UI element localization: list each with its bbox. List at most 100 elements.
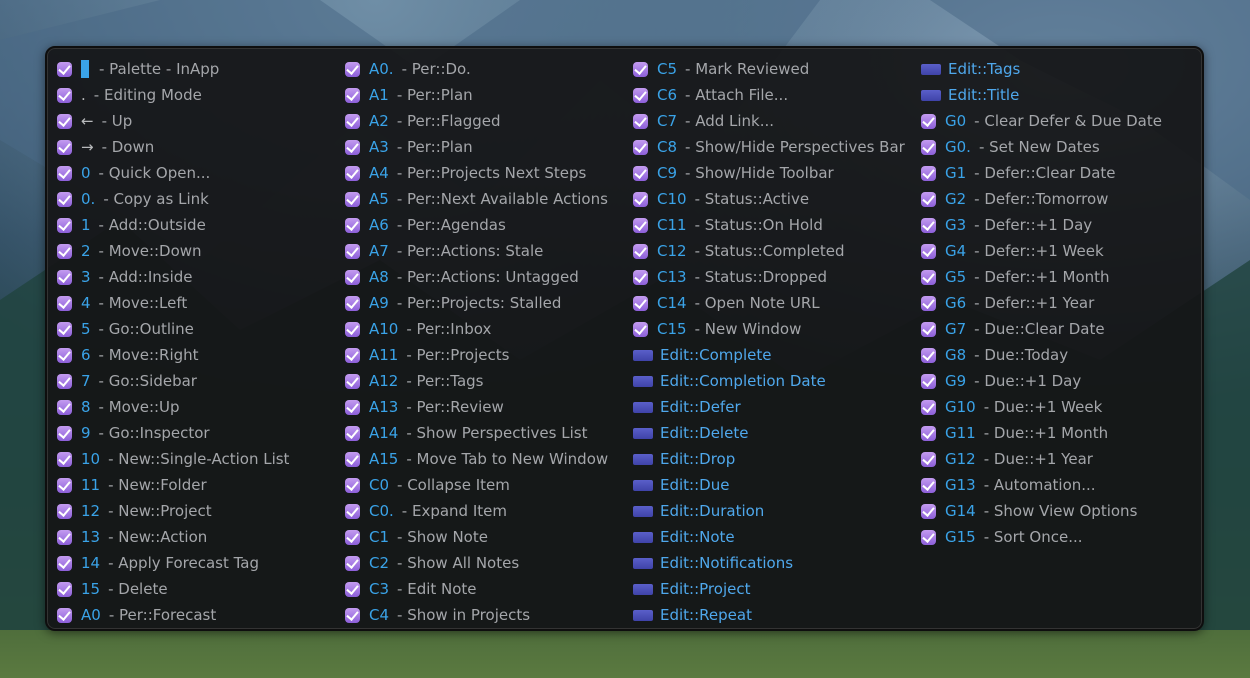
command-item[interactable]: G8 - Due::Today [921, 342, 1162, 368]
checkbox-checked-icon[interactable] [345, 347, 360, 363]
command-item[interactable]: C0. - Expand Item [345, 498, 608, 524]
checkbox-checked-icon[interactable] [921, 477, 936, 493]
command-item[interactable]: 12 - New::Project [57, 498, 289, 524]
command-item[interactable]: C7 - Add Link... [633, 108, 905, 134]
checkbox-checked-icon[interactable] [57, 503, 72, 519]
command-item[interactable]: A13 - Per::Review [345, 394, 608, 420]
command-item[interactable]: . - Editing Mode [57, 82, 289, 108]
command-item[interactable]: G5 - Defer::+1 Month [921, 264, 1162, 290]
command-item[interactable]: G13 - Automation... [921, 472, 1162, 498]
command-item[interactable]: 14 - Apply Forecast Tag [57, 550, 289, 576]
checkbox-checked-icon[interactable] [921, 503, 936, 519]
command-item[interactable]: A3 - Per::Plan [345, 134, 608, 160]
checkbox-checked-icon[interactable] [57, 295, 72, 311]
command-item[interactable]: A1 - Per::Plan [345, 82, 608, 108]
command-item[interactable]: → - Down [57, 134, 289, 160]
command-item[interactable]: Edit::Duration [633, 498, 905, 524]
command-item[interactable]: 4 - Move::Left [57, 290, 289, 316]
checkbox-checked-icon[interactable] [633, 165, 648, 181]
command-item[interactable]: C6 - Attach File... [633, 82, 905, 108]
checkbox-checked-icon[interactable] [57, 61, 72, 77]
command-item[interactable]: A11 - Per::Projects [345, 342, 608, 368]
command-item[interactable]: G14 - Show View Options [921, 498, 1162, 524]
command-item[interactable]: C14 - Open Note URL [633, 290, 905, 316]
checkbox-checked-icon[interactable] [345, 269, 360, 285]
checkbox-checked-icon[interactable] [345, 529, 360, 545]
command-item[interactable]: A12 - Per::Tags [345, 368, 608, 394]
checkbox-checked-icon[interactable] [345, 477, 360, 493]
checkbox-checked-icon[interactable] [921, 347, 936, 363]
checkbox-checked-icon[interactable] [345, 217, 360, 233]
checkbox-checked-icon[interactable] [57, 399, 72, 415]
command-item[interactable]: 0. - Copy as Link [57, 186, 289, 212]
checkbox-checked-icon[interactable] [57, 581, 72, 597]
checkbox-checked-icon[interactable] [633, 61, 648, 77]
checkbox-checked-icon[interactable] [57, 347, 72, 363]
checkbox-checked-icon[interactable] [921, 191, 936, 207]
checkbox-checked-icon[interactable] [345, 295, 360, 311]
checkbox-checked-icon[interactable] [345, 87, 360, 103]
checkbox-checked-icon[interactable] [345, 113, 360, 129]
command-item[interactable]: G4 - Defer::+1 Week [921, 238, 1162, 264]
command-item[interactable]: A9 - Per::Projects: Stalled [345, 290, 608, 316]
command-item[interactable]: A15 - Move Tab to New Window [345, 446, 608, 472]
command-item[interactable]: G10 - Due::+1 Week [921, 394, 1162, 420]
command-item[interactable]: 0 - Quick Open... [57, 160, 289, 186]
command-item[interactable]: C13 - Status::Dropped [633, 264, 905, 290]
checkbox-checked-icon[interactable] [57, 87, 72, 103]
checkbox-checked-icon[interactable] [921, 295, 936, 311]
command-item[interactable]: G12 - Due::+1 Year [921, 446, 1162, 472]
command-item[interactable]: Edit::Drop [633, 446, 905, 472]
command-item[interactable]: A14 - Show Perspectives List [345, 420, 608, 446]
command-item[interactable]: 11 - New::Folder [57, 472, 289, 498]
checkbox-checked-icon[interactable] [921, 113, 936, 129]
command-item[interactable]: Edit::Title [921, 82, 1162, 108]
command-item[interactable]: 10 - New::Single-Action List [57, 446, 289, 472]
checkbox-checked-icon[interactable] [633, 269, 648, 285]
command-item[interactable]: Edit::Due [633, 472, 905, 498]
checkbox-checked-icon[interactable] [921, 321, 936, 337]
checkbox-checked-icon[interactable] [57, 607, 72, 623]
checkbox-checked-icon[interactable] [345, 61, 360, 77]
checkbox-checked-icon[interactable] [345, 555, 360, 571]
command-item[interactable]: G0 - Clear Defer & Due Date [921, 108, 1162, 134]
command-item[interactable]: A5 - Per::Next Available Actions [345, 186, 608, 212]
command-item[interactable]: Edit::Note [633, 524, 905, 550]
command-item[interactable]: 6 - Move::Right [57, 342, 289, 368]
checkbox-checked-icon[interactable] [57, 217, 72, 233]
command-item[interactable]: G6 - Defer::+1 Year [921, 290, 1162, 316]
checkbox-checked-icon[interactable] [345, 399, 360, 415]
command-item[interactable]: C2 - Show All Notes [345, 550, 608, 576]
command-item[interactable]: C15 - New Window [633, 316, 905, 342]
command-item[interactable]: C0 - Collapse Item [345, 472, 608, 498]
checkbox-checked-icon[interactable] [921, 399, 936, 415]
checkbox-checked-icon[interactable] [57, 269, 72, 285]
command-item[interactable]: 1 - Add::Outside [57, 212, 289, 238]
command-item[interactable]: ← - Up [57, 108, 289, 134]
command-item[interactable]: G15 - Sort Once... [921, 524, 1162, 550]
command-item[interactable]: A2 - Per::Flagged [345, 108, 608, 134]
command-item[interactable]: Edit::Defer [633, 394, 905, 420]
checkbox-checked-icon[interactable] [633, 87, 648, 103]
checkbox-checked-icon[interactable] [345, 581, 360, 597]
command-item[interactable]: 8 - Move::Up [57, 394, 289, 420]
command-item[interactable]: A10 - Per::Inbox [345, 316, 608, 342]
checkbox-checked-icon[interactable] [57, 373, 72, 389]
checkbox-checked-icon[interactable] [345, 373, 360, 389]
checkbox-checked-icon[interactable] [633, 321, 648, 337]
checkbox-checked-icon[interactable] [57, 243, 72, 259]
command-item[interactable]: 5 - Go::Outline [57, 316, 289, 342]
checkbox-checked-icon[interactable] [633, 139, 648, 155]
command-item[interactable]: C4 - Show in Projects [345, 602, 608, 628]
command-item[interactable]: C8 - Show/Hide Perspectives Bar [633, 134, 905, 160]
command-item[interactable]: G9 - Due::+1 Day [921, 368, 1162, 394]
command-item[interactable]: Edit::Delete [633, 420, 905, 446]
checkbox-checked-icon[interactable] [345, 243, 360, 259]
checkbox-checked-icon[interactable] [345, 321, 360, 337]
command-item[interactable]: G1 - Defer::Clear Date [921, 160, 1162, 186]
command-item[interactable]: C11 - Status::On Hold [633, 212, 905, 238]
command-item[interactable]: 15 - Delete [57, 576, 289, 602]
checkbox-checked-icon[interactable] [633, 243, 648, 259]
checkbox-checked-icon[interactable] [921, 217, 936, 233]
checkbox-checked-icon[interactable] [57, 425, 72, 441]
